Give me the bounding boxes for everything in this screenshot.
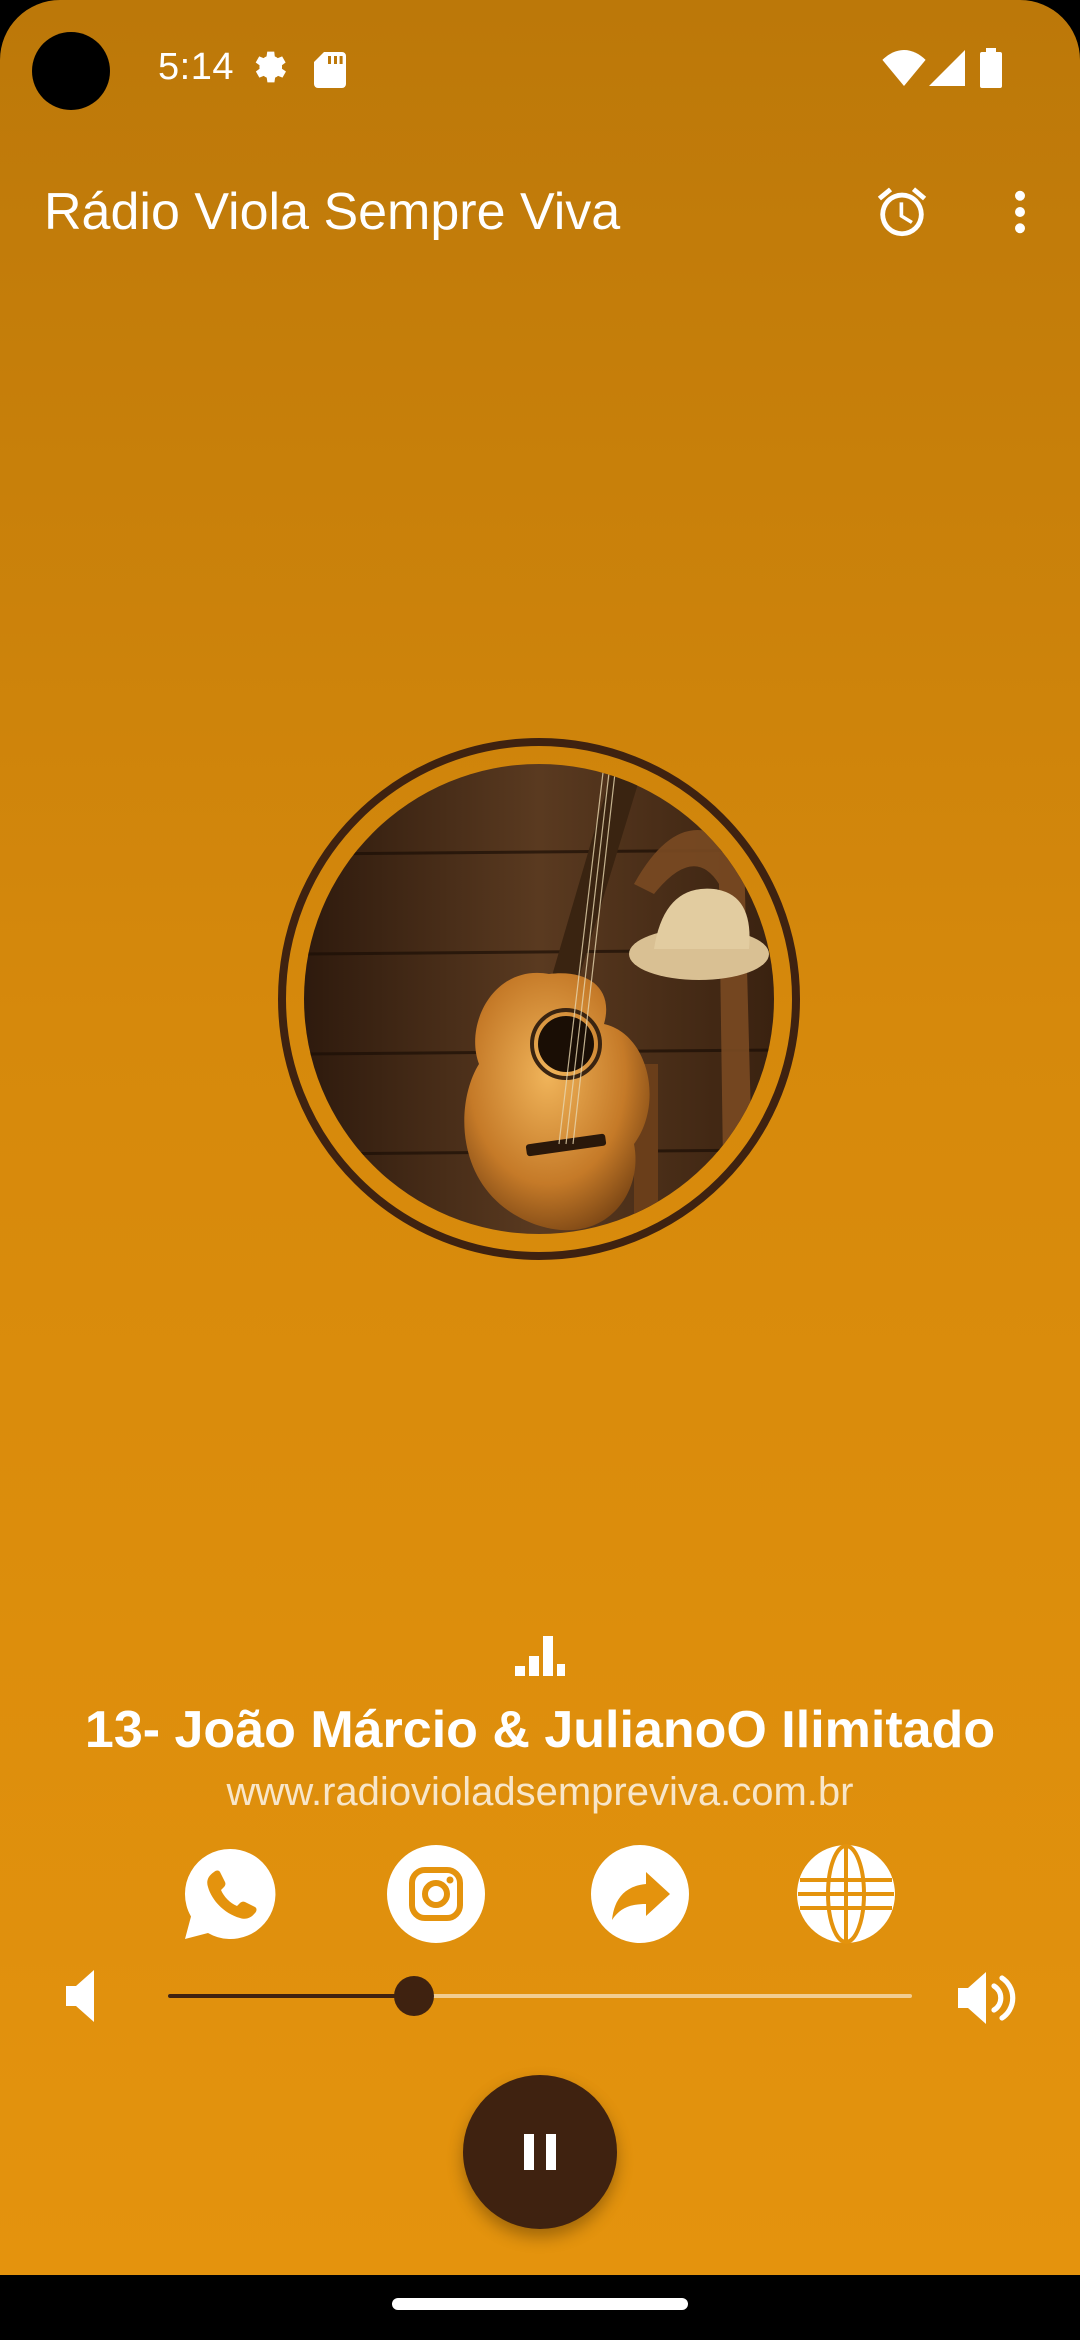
alarm-clock-icon [877,187,927,237]
play-pause-button[interactable] [463,2075,617,2229]
wifi-icon [882,50,926,91]
sd-card-icon [314,52,346,93]
equalizer-icon [515,1636,565,1681]
website-button[interactable] [796,1844,896,1944]
app-screen: 5:14 Rádio Viola Sempre Viva 13- João Má… [0,0,1080,2275]
more-vert-icon [1015,190,1025,234]
whatsapp-icon [184,1848,276,1939]
home-indicator[interactable] [392,2298,688,2310]
settings-gear-icon [248,46,290,93]
share-icon [591,1845,689,1943]
signal-icon [928,50,966,91]
instagram-button[interactable] [386,1844,486,1944]
pause-icon [524,2134,556,2170]
volume-low-icon[interactable] [66,1970,98,2027]
overflow-menu-button[interactable] [984,176,1056,248]
battery-icon [980,48,1002,93]
whatsapp-button[interactable] [180,1844,280,1944]
globe-icon [797,1844,895,1944]
volume-slider[interactable] [168,1976,912,2016]
app-title: Rádio Viola Sempre Viva [44,183,621,241]
alarm-button[interactable] [866,176,938,248]
share-button[interactable] [590,1844,690,1944]
volume-fill [168,1994,414,1998]
volume-thumb[interactable] [393,1976,434,2016]
instagram-icon [387,1845,485,1943]
website-url[interactable]: www.radiovioladsempreviva.com.br [0,1770,1080,1815]
front-camera-cutout [32,32,110,110]
volume-high-icon[interactable] [958,1970,1022,2031]
track-title: 13- João Márcio & JulianoO Ilimitado [84,1701,996,1759]
status-time: 5:14 [158,46,234,88]
album-art-guitar-icon [304,764,774,1234]
